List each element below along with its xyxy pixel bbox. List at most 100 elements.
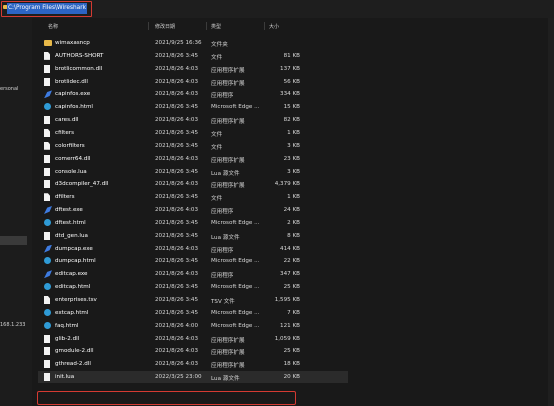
file-row[interactable]: enterprises.tsv 2021/8/26 3:45 TSV 文件 1,595… xyxy=(38,294,348,306)
address-bar[interactable]: C:\Program Files\Wireshark xyxy=(0,0,554,18)
edge-icon xyxy=(44,218,51,226)
file-row[interactable]: dumpcap.exe 2021/8/26 4:03 应用程序 414 KB xyxy=(38,243,348,255)
file-name: dftest.html xyxy=(55,219,86,226)
file-type: 应用程序 xyxy=(211,93,234,100)
file-size: 25 KB xyxy=(283,284,300,291)
column-name-header[interactable]: 名称 xyxy=(48,23,58,30)
file-name: faq.html xyxy=(55,322,79,329)
file-date: 2021/8/26 3:45 xyxy=(155,142,199,149)
file-row[interactable]: capinfos.html 2021/8/26 3:45 Microsoft Edg… xyxy=(38,101,348,113)
file-date: 2021/8/26 3:45 xyxy=(155,129,199,136)
file-row[interactable]: console.lua 2021/8/26 3:45 Lua 源文件 3 KB xyxy=(38,166,348,178)
file-row[interactable]: cares.dll 2021/8/26 4:03 应用程序扩展 82 KB xyxy=(38,114,348,126)
edge-icon xyxy=(44,321,51,329)
file-row[interactable]: colorfilters 2021/8/26 3:45 文件 3 KB xyxy=(38,140,348,152)
file-type: 应用程序扩展 xyxy=(211,157,245,164)
dll-icon xyxy=(44,64,50,73)
file-size: 25 KB xyxy=(283,348,300,355)
file-date: 2022/3/25 23:00 xyxy=(155,374,202,381)
exe-icon xyxy=(44,90,52,99)
dll-icon xyxy=(44,180,50,189)
nav-item-selected[interactable] xyxy=(0,236,27,245)
file-type: 文件 xyxy=(211,144,223,151)
file-type: 应用程序 xyxy=(211,209,234,216)
file-row[interactable]: brotlicommon.dll 2021/8/26 4:03 应用程序扩展 137 … xyxy=(38,63,348,75)
file-size: 22 KB xyxy=(283,258,300,265)
nav-item-network-ip[interactable]: 168.1.233 xyxy=(0,322,25,328)
file-size: 81 KB xyxy=(283,52,300,59)
dll-icon xyxy=(44,154,50,163)
exe-icon xyxy=(44,270,52,279)
folder-icon xyxy=(44,40,52,46)
dll-icon xyxy=(44,334,50,343)
lua-icon xyxy=(44,231,50,240)
column-size-header[interactable]: 大小 xyxy=(269,23,279,30)
file-name: AUTHORS-SHORT xyxy=(55,52,104,59)
file-date: 2021/8/26 4:03 xyxy=(155,335,199,342)
file-date: 2021/8/26 3:45 xyxy=(155,309,199,316)
file-type: 应用程序扩展 xyxy=(211,119,245,126)
file-name: editcap.html xyxy=(55,284,91,291)
column-divider[interactable] xyxy=(148,22,149,30)
file-name: init.lua xyxy=(55,374,75,381)
file-date: 2021/8/26 4:03 xyxy=(155,78,199,85)
file-date: 2021/8/26 4:00 xyxy=(155,322,199,329)
edge-icon xyxy=(44,308,51,316)
file-row[interactable]: faq.html 2021/8/26 4:00 Microsoft Edge ...… xyxy=(38,320,348,332)
file-row[interactable]: wimaxasncp 2021/9/25 16:36 文件夹 xyxy=(38,37,348,49)
navigation-pane[interactable]: ersonal 168.1.233 xyxy=(0,18,32,406)
file-row[interactable]: cfilters 2021/8/26 3:45 文件 1 KB xyxy=(38,127,348,139)
file-size: 121 KB xyxy=(280,322,300,329)
dll-icon xyxy=(44,116,50,125)
file-type: Lua 源文件 xyxy=(211,376,240,383)
file-row[interactable]: capinfos.exe 2021/8/26 4:03 应用程序 334 KB xyxy=(38,88,348,100)
file-size: 347 KB xyxy=(280,271,300,278)
edge-icon xyxy=(44,283,51,291)
file-date: 2021/8/26 4:03 xyxy=(155,361,199,368)
file-row[interactable]: dumpcap.html 2021/8/26 3:45 Microsoft Edge… xyxy=(38,255,348,267)
file-row[interactable]: editcap.html 2021/8/26 3:45 Microsoft Edge… xyxy=(38,281,348,293)
file-row[interactable]: dftest.html 2021/8/26 3:45 Microsoft Edge … xyxy=(38,217,348,229)
address-highlight-box xyxy=(1,1,92,17)
file-row[interactable]: glib-2.dll 2021/8/26 4:03 应用程序扩展 1,059 KB xyxy=(38,333,348,345)
file-type: Lua 源文件 xyxy=(211,234,240,241)
file-row[interactable]: dftest.exe 2021/8/26 4:03 应用程序 24 KB xyxy=(38,204,348,216)
file-row[interactable]: brotlidec.dll 2021/8/26 4:03 应用程序扩展 56 KB xyxy=(38,76,348,88)
file-row[interactable]: comerr64.dll 2021/8/26 4:03 应用程序扩展 23 KB xyxy=(38,153,348,165)
file-size: 24 KB xyxy=(283,207,300,214)
file-row[interactable]: AUTHORS-SHORT 2021/8/26 3:45 文件 81 KB xyxy=(38,50,348,62)
file-icon xyxy=(44,51,50,60)
file-row[interactable]: dtd_gen.lua 2021/8/26 3:45 Lua 源文件 8 KB xyxy=(38,230,348,242)
column-type-header[interactable]: 类型 xyxy=(211,23,221,30)
file-type: TSV 文件 xyxy=(211,299,235,305)
file-size: 20 KB xyxy=(283,374,300,381)
file-type: 应用程序扩展 xyxy=(211,80,245,87)
scrollbar[interactable] xyxy=(548,18,554,406)
exe-icon xyxy=(44,206,52,215)
file-name: dfilters xyxy=(55,194,75,201)
column-divider[interactable] xyxy=(264,22,265,30)
file-icon xyxy=(44,128,50,137)
file-row[interactable]: d3dcompiler_47.dll 2021/8/26 4:03 应用程序扩展 4,… xyxy=(38,178,348,190)
file-date: 2021/8/26 3:45 xyxy=(155,258,199,265)
file-row[interactable]: gthread-2.dll 2021/8/26 4:03 应用程序扩展 18 KB xyxy=(38,358,348,370)
file-size: 137 KB xyxy=(280,65,300,72)
dll-icon xyxy=(44,347,50,356)
file-name: capinfos.html xyxy=(55,104,93,111)
file-row[interactable]: gmodule-2.dll 2021/8/26 4:03 应用程序扩展 25 KB xyxy=(38,345,348,357)
column-date-header[interactable]: 修改日期 xyxy=(155,23,175,30)
file-size: 56 KB xyxy=(283,78,300,85)
file-row[interactable]: dfilters 2021/8/26 3:45 文件 1 KB xyxy=(38,191,348,203)
file-row[interactable]: init.lua 2022/3/25 23:00 Lua 源文件 20 KB xyxy=(38,371,348,384)
exe-icon xyxy=(44,244,52,253)
file-name: editcap.exe xyxy=(55,271,88,278)
nav-item-personal[interactable]: ersonal xyxy=(0,86,18,92)
file-type: Lua 源文件 xyxy=(211,170,240,177)
edge-icon xyxy=(44,103,51,111)
column-divider[interactable] xyxy=(206,22,207,30)
file-row[interactable]: extcap.html 2021/8/26 3:45 Microsoft Edge … xyxy=(38,307,348,319)
file-date: 2021/8/26 4:03 xyxy=(155,348,199,355)
edge-icon xyxy=(44,257,51,265)
file-row[interactable]: editcap.exe 2021/8/26 4:03 应用程序 347 KB xyxy=(38,268,348,280)
file-size: 18 KB xyxy=(283,361,300,368)
